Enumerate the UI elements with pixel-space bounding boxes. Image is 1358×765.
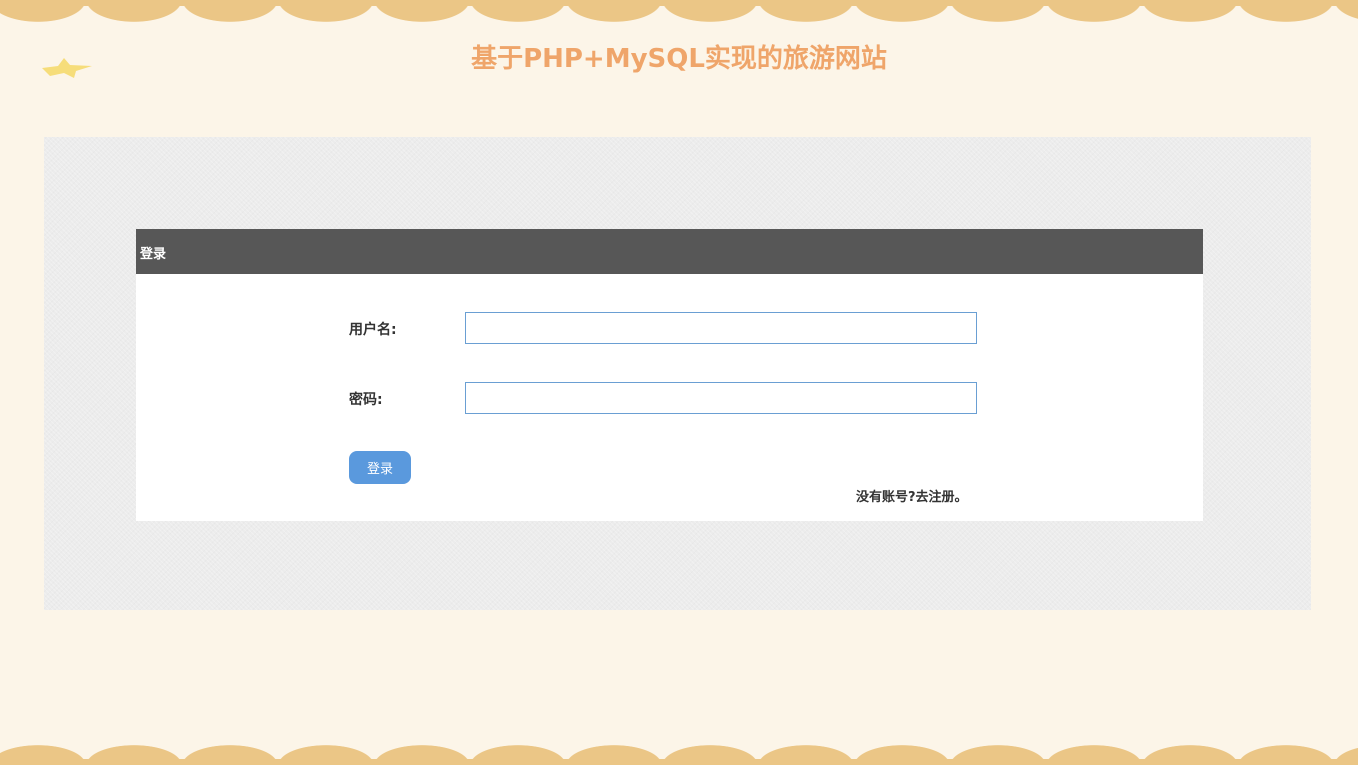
content-panel: 登录 用户名: 密码: 登录 没有账号?去注册。 xyxy=(44,137,1311,610)
top-scallop-border xyxy=(0,0,1358,24)
username-input[interactable] xyxy=(465,312,977,344)
password-input[interactable] xyxy=(465,382,977,414)
login-button[interactable]: 登录 xyxy=(349,451,411,484)
username-label: 用户名: xyxy=(349,322,397,338)
login-header-title: 登录 xyxy=(140,247,167,262)
bottom-scallop-border xyxy=(0,743,1358,765)
password-label: 密码: xyxy=(349,392,383,408)
login-header: 登录 xyxy=(136,229,1203,274)
register-link[interactable]: 没有账号?去注册。 xyxy=(856,486,968,505)
login-card: 登录 用户名: 密码: 登录 没有账号?去注册。 xyxy=(136,229,1203,521)
site-title: 基于PHP+MySQL实现的旅游网站 xyxy=(471,44,887,74)
